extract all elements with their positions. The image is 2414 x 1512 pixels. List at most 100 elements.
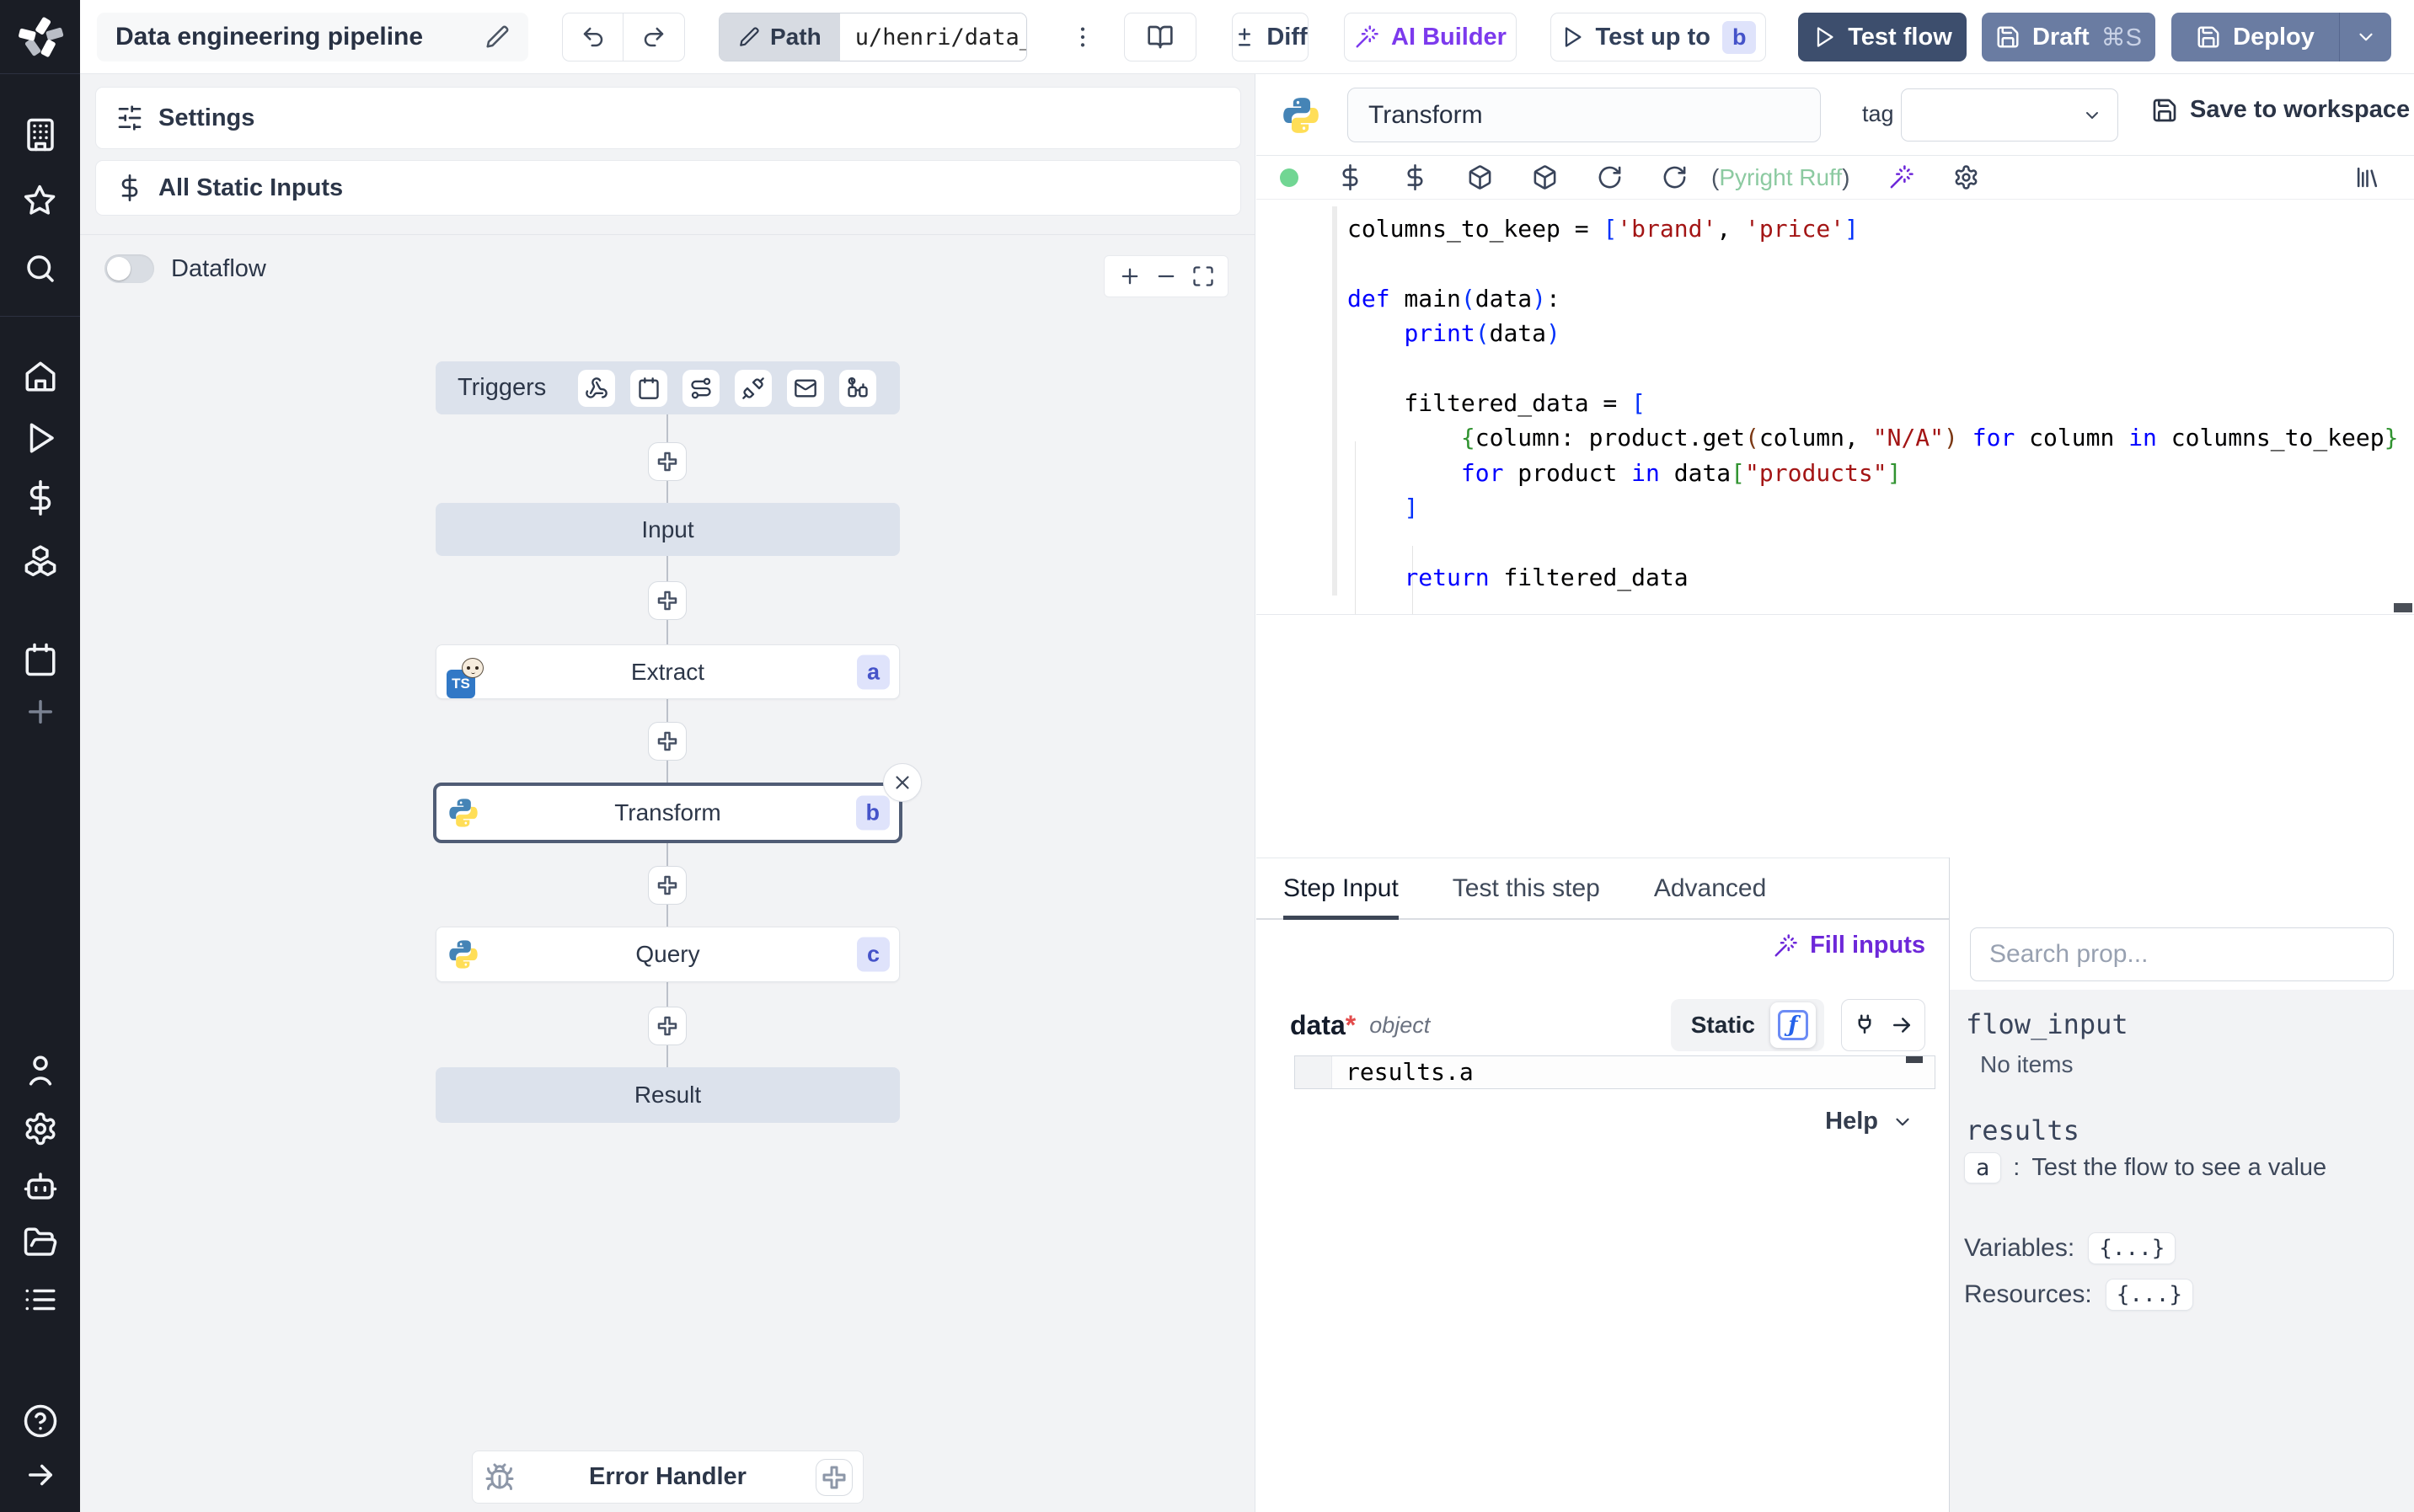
- variables-object-badge[interactable]: {...}: [2088, 1232, 2176, 1264]
- zoom-in-icon[interactable]: [1118, 264, 1142, 288]
- variables-dollar-icon[interactable]: [1402, 164, 1428, 190]
- test-up-to-step-badge[interactable]: b: [1721, 20, 1757, 54]
- add-step-button[interactable]: [648, 866, 687, 905]
- expand-arrow-icon[interactable]: [22, 1456, 59, 1493]
- static-inputs-dollar-icon[interactable]: [1337, 164, 1363, 190]
- tag-select[interactable]: [1901, 88, 2118, 142]
- deploy-dropdown-button[interactable]: [2339, 13, 2391, 61]
- node-triggers[interactable]: Triggers: [436, 361, 900, 414]
- runs-play-icon[interactable]: [22, 419, 59, 457]
- logs-list-icon[interactable]: [22, 1281, 59, 1318]
- poll-trigger-icon[interactable]: [839, 369, 877, 407]
- variables-row[interactable]: Variables: {...}: [1964, 1232, 2176, 1264]
- favorites-star-icon[interactable]: [22, 182, 59, 219]
- undo-redo-group: [562, 13, 685, 61]
- workers-bot-icon[interactable]: [22, 1167, 59, 1205]
- fill-inputs-button[interactable]: Fill inputs: [1773, 932, 1925, 959]
- expression-value[interactable]: results.a: [1332, 1056, 1474, 1088]
- code-lines[interactable]: columns_to_keep = ['brand', 'price'] def…: [1347, 211, 2398, 595]
- zoom-out-icon[interactable]: [1154, 264, 1178, 288]
- wand-sparkles-icon: [1354, 24, 1379, 50]
- search-prop-input[interactable]: [1970, 927, 2394, 981]
- save-draft-button[interactable]: Draft ⌘S: [1982, 13, 2155, 61]
- windmill-logo[interactable]: [0, 0, 80, 74]
- node-transform-selected[interactable]: Transform b: [433, 783, 902, 843]
- sidebar-divider: [0, 316, 80, 317]
- edit-pencil-icon[interactable]: [484, 24, 510, 50]
- add-step-button[interactable]: [648, 1007, 687, 1045]
- node-input[interactable]: Input: [436, 503, 900, 556]
- flow-title-box[interactable]: Data engineering pipeline: [97, 13, 528, 61]
- path-value[interactable]: u/henri/data_: [839, 13, 1026, 61]
- result-a-row[interactable]: a : Test the flow to see a value: [1964, 1152, 2326, 1183]
- user-icon[interactable]: [22, 1052, 59, 1089]
- undo-button[interactable]: [563, 13, 624, 61]
- save-to-workspace-button[interactable]: Save to workspace: [2151, 96, 2410, 124]
- package-icon[interactable]: [1532, 164, 1558, 190]
- connect-input-button[interactable]: [1841, 999, 1925, 1051]
- expression-input[interactable]: results.a: [1294, 1055, 1935, 1089]
- webhook-trigger-icon[interactable]: [578, 369, 616, 407]
- node-extract[interactable]: TS Extract a: [436, 644, 900, 699]
- wand-sparkles-icon: [1773, 933, 1798, 959]
- schedules-calendar-icon[interactable]: [22, 641, 59, 678]
- email-trigger-icon[interactable]: [787, 369, 825, 407]
- help-icon[interactable]: [22, 1402, 59, 1440]
- reload-icon[interactable]: [1662, 164, 1688, 190]
- flow-input-key[interactable]: flow_input: [1966, 1008, 2128, 1040]
- function-icon: ƒ: [1778, 1010, 1808, 1040]
- node-query[interactable]: Query c: [436, 927, 900, 982]
- search-icon[interactable]: [22, 250, 59, 287]
- step-name-input[interactable]: [1347, 88, 1821, 142]
- add-step-button[interactable]: [648, 722, 687, 761]
- tab-advanced[interactable]: Advanced: [1654, 858, 1766, 918]
- folders-icon[interactable]: [22, 1224, 59, 1261]
- add-plus-icon[interactable]: [22, 693, 59, 730]
- result-key-badge[interactable]: a: [1964, 1152, 2002, 1183]
- path-button[interactable]: Path u/henri/data_: [719, 13, 1027, 61]
- remove-step-button[interactable]: [883, 763, 922, 802]
- diff-button[interactable]: Diff: [1232, 13, 1309, 61]
- code-editor[interactable]: columns_to_keep = ['brand', 'price'] def…: [1256, 200, 2414, 615]
- workspace-building-icon[interactable]: [22, 116, 59, 153]
- home-icon[interactable]: [22, 358, 59, 395]
- add-step-button[interactable]: [648, 581, 687, 620]
- editor-scrollbar[interactable]: [2394, 603, 2412, 612]
- tab-test-this-step[interactable]: Test this step: [1453, 858, 1600, 918]
- help-toggle[interactable]: Help: [1825, 1108, 1914, 1135]
- add-error-handler-button[interactable]: [816, 1458, 853, 1496]
- ai-builder-button[interactable]: AI Builder: [1344, 13, 1517, 61]
- plug-trigger-icon[interactable]: [735, 369, 773, 407]
- dataflow-toggle[interactable]: [104, 254, 154, 283]
- route-trigger-icon[interactable]: [682, 369, 720, 407]
- add-step-button[interactable]: [648, 442, 687, 481]
- library-icon[interactable]: [2354, 164, 2380, 190]
- test-flow-button[interactable]: Test flow: [1798, 13, 1967, 61]
- settings-gear-icon[interactable]: [22, 1110, 59, 1147]
- editor-settings-gear-icon[interactable]: [1953, 164, 1979, 190]
- deploy-button[interactable]: Deploy: [2171, 13, 2339, 61]
- expression-mode-button[interactable]: ƒ: [1770, 1002, 1816, 1048]
- all-static-inputs-button[interactable]: All Static Inputs: [95, 160, 1241, 216]
- test-up-to-button[interactable]: Test up to b: [1550, 13, 1766, 61]
- flow-settings-button[interactable]: Settings: [95, 87, 1241, 149]
- result-separator: :: [2013, 1154, 2021, 1181]
- docs-book-button[interactable]: [1124, 13, 1196, 61]
- redo-button[interactable]: [624, 13, 684, 61]
- package-icon[interactable]: [1467, 164, 1493, 190]
- reload-icon[interactable]: [1597, 164, 1623, 190]
- ai-wand-icon[interactable]: [1888, 164, 1914, 190]
- schedule-trigger-icon[interactable]: [630, 369, 668, 407]
- resources-row[interactable]: Resources: {...}: [1964, 1279, 2194, 1311]
- tab-step-input[interactable]: Step Input: [1283, 858, 1399, 920]
- flow-title: Data engineering pipeline: [115, 23, 424, 51]
- node-error-handler[interactable]: Error Handler: [472, 1451, 864, 1504]
- node-result[interactable]: Result: [436, 1067, 900, 1123]
- variables-dollar-icon[interactable]: [22, 479, 59, 516]
- static-mode-label[interactable]: Static: [1691, 1012, 1755, 1039]
- more-options-kebab-icon[interactable]: [1064, 13, 1101, 61]
- resources-object-badge[interactable]: {...}: [2105, 1279, 2194, 1311]
- results-key[interactable]: results: [1966, 1114, 2079, 1146]
- fit-view-icon[interactable]: [1191, 264, 1215, 288]
- resources-boxes-icon[interactable]: [22, 541, 59, 578]
